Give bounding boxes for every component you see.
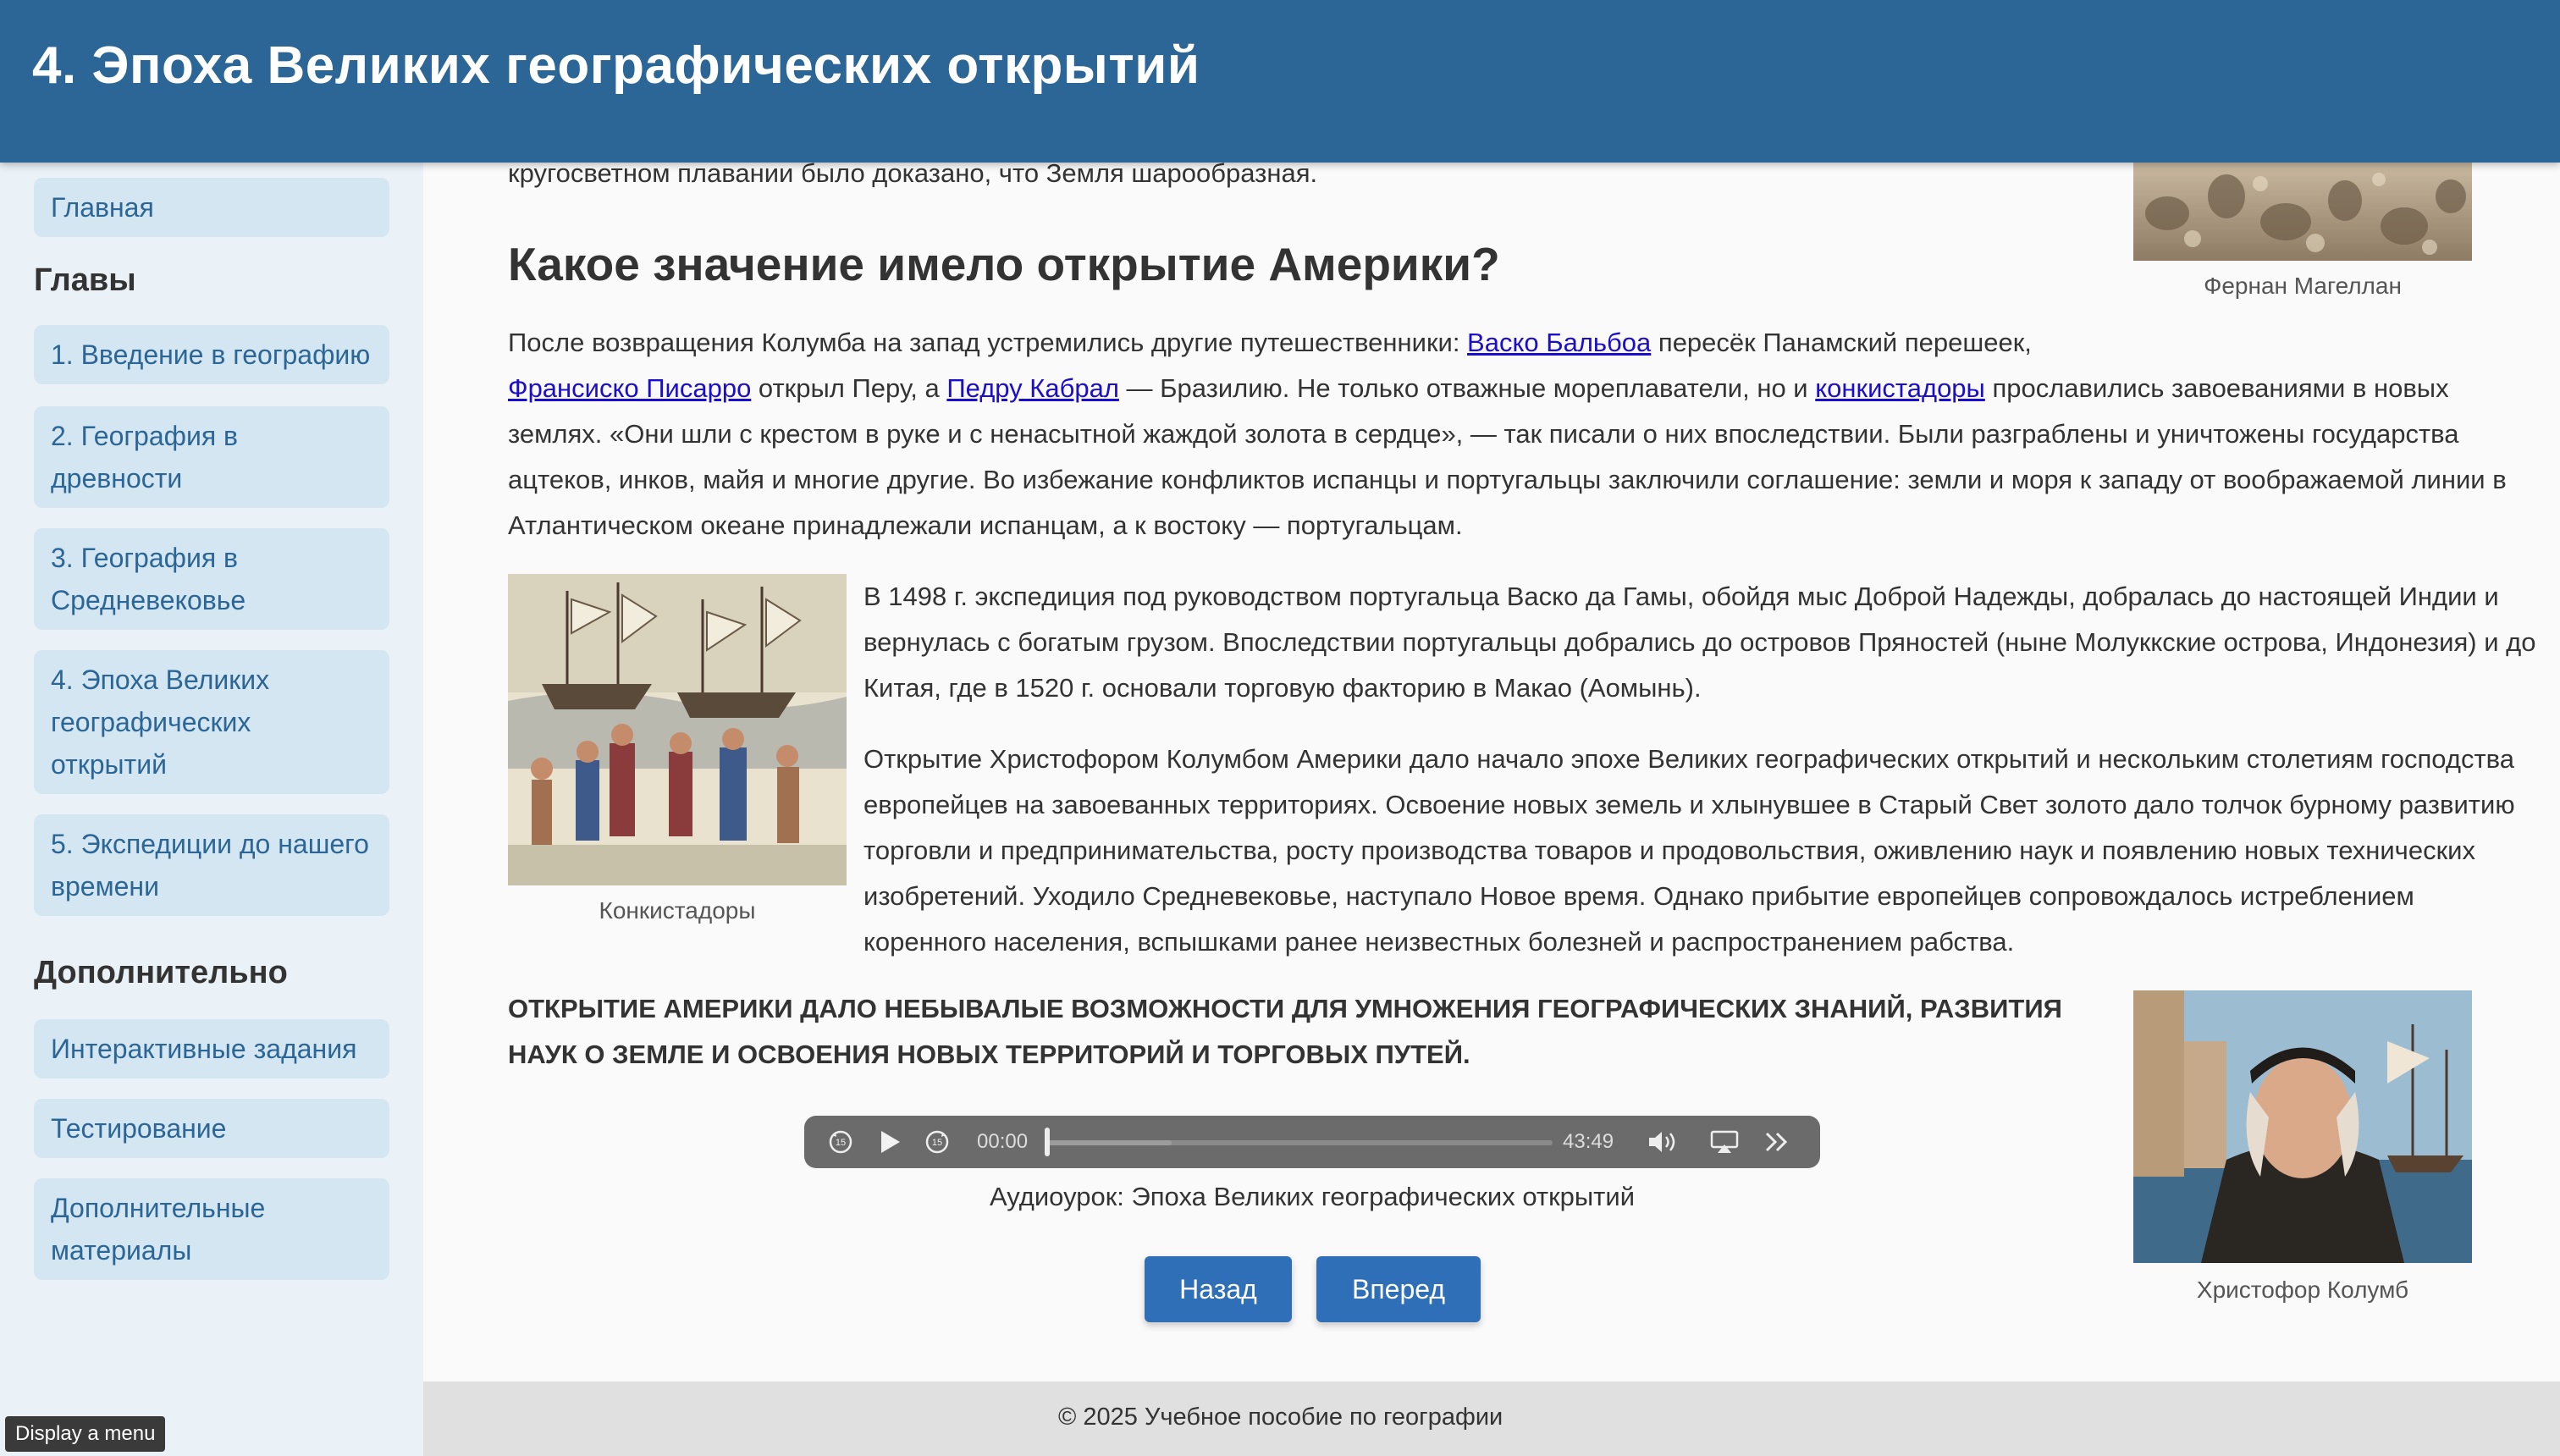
footer-text: © 2025 Учебное пособие по географии: [1058, 1404, 1503, 1431]
page-title: 4. Эпоха Великих географических открытий: [32, 36, 1200, 95]
link-francisco-pizarro[interactable]: Франсиско Писарро: [508, 373, 751, 403]
skip-forward-15-icon[interactable]: 15: [918, 1116, 957, 1168]
sidebar-item-chapter-2[interactable]: 2. География в древности: [34, 406, 389, 508]
sidebar-heading-chapters: Главы: [34, 262, 136, 298]
menu-tooltip: Display a menu: [5, 1416, 166, 1452]
magellan-caption: Фернан Магеллан: [2204, 273, 2402, 299]
page-header: 4. Эпоха Великих географических открытий: [0, 0, 2560, 163]
volume-icon[interactable]: [1642, 1116, 1685, 1168]
sidebar-item-chapter-3[interactable]: 3. География в Средневековье: [34, 528, 389, 630]
more-icon[interactable]: [1756, 1116, 1798, 1168]
conquistadors-image: [508, 574, 847, 885]
forward-button[interactable]: Вперед: [1316, 1256, 1481, 1322]
sidebar-item-chapter-5[interactable]: 5. Экспедиции до нашего времени: [34, 814, 389, 916]
sidebar: Главная Главы 1. Введение в географию 2.…: [0, 163, 423, 1456]
link-pedro-cabral[interactable]: Педру Кабрал: [946, 373, 1119, 403]
sidebar-heading-extra: Дополнительно: [34, 955, 288, 990]
sidebar-item-testing[interactable]: Тестирование: [34, 1099, 389, 1158]
paragraph-3: Открытие Христофором Колумбом Америки да…: [863, 744, 2515, 957]
footer: © 2025 Учебное пособие по географии: [423, 1382, 2560, 1456]
conquistadors-caption: Конкистадоры: [599, 897, 756, 924]
magellan-image: [2133, 163, 2472, 261]
paragraph-1: После возвращения Колумба на запад устре…: [508, 328, 2507, 540]
highlight-text: Открытие Америки дало небывалые возможно…: [508, 994, 2062, 1069]
sidebar-item-home[interactable]: Главная: [34, 178, 389, 237]
svg-text:15: 15: [932, 1138, 942, 1148]
paragraph-2: В 1498 г. экспедиция под руководством по…: [863, 582, 2536, 703]
text-fragment: кругосветном плавании было доказано, что…: [508, 163, 1318, 188]
columbus-caption: Христофор Колумб: [2196, 1277, 2409, 1303]
audio-progress-track[interactable]: [1045, 1140, 1553, 1145]
sidebar-item-interactive[interactable]: Интерактивные задания: [34, 1019, 389, 1078]
sidebar-item-chapter-4[interactable]: 4. Эпоха Великих географических открытий: [34, 650, 389, 794]
svg-text:15: 15: [836, 1138, 846, 1148]
link-conquistadors[interactable]: конкистадоры: [1815, 373, 1985, 403]
play-icon[interactable]: [870, 1116, 909, 1168]
audio-label: Аудиоурок: Эпоха Великих географических …: [989, 1182, 1636, 1211]
audio-current-time: 00:00: [977, 1130, 1029, 1153]
audio-progress-thumb[interactable]: [1045, 1128, 1050, 1156]
sidebar-item-chapter-1[interactable]: 1. Введение в географию: [34, 325, 389, 384]
section-title: Какое значение имело открытие Америки?: [508, 238, 1500, 290]
audio-buffered-bar: [1045, 1140, 1172, 1145]
link-vasco-balboa[interactable]: Васко Бальбоа: [1467, 328, 1651, 357]
audio-duration: 43:49: [1563, 1130, 1614, 1153]
back-button[interactable]: Назад: [1145, 1256, 1292, 1322]
skip-back-15-icon[interactable]: 15: [821, 1116, 860, 1168]
main-content: кругосветном плавании было доказано, что…: [423, 163, 2560, 1382]
columbus-image: [2133, 990, 2472, 1263]
audio-player: 15 15 00:00 43:49: [804, 1116, 1820, 1168]
sidebar-item-materials[interactable]: Дополнительные материалы: [34, 1178, 389, 1280]
airplay-icon[interactable]: [1703, 1116, 1746, 1168]
